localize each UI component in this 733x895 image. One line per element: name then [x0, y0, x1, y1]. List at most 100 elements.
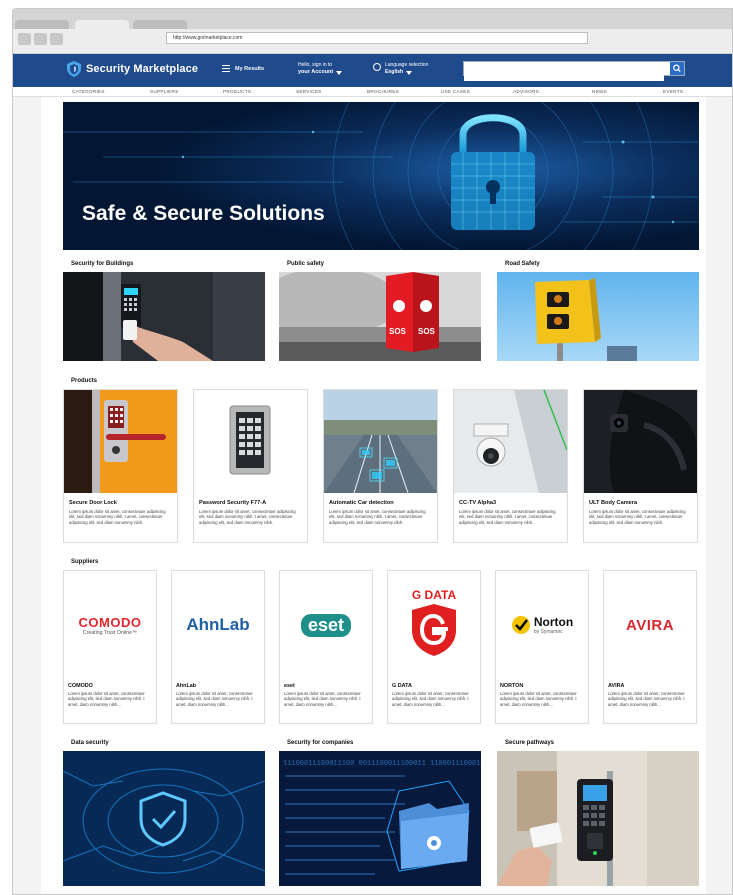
section-title-road-safety: Road Safety [505, 261, 540, 267]
browser-tab-active[interactable] [75, 20, 129, 29]
search-input[interactable] [464, 67, 664, 81]
hero-title: Safe & Secure Solutions [82, 202, 325, 225]
folder-binary-image: 11100011100011100 0011100011100011 11000… [279, 751, 481, 886]
section-title-data-security: Data security [71, 740, 109, 746]
product-image [324, 390, 437, 493]
card-secure-pathways[interactable] [497, 751, 699, 886]
supplier-name: AVIRA [608, 683, 625, 689]
door-lock-image [64, 390, 177, 493]
nav-suppliers[interactable]: SUPPLIERS [150, 89, 179, 94]
supplier-card[interactable]: COMODO Creating Trust Online™ COMODO Lor… [63, 570, 157, 724]
language-label: Language selection [385, 62, 429, 68]
card-road-safety[interactable] [497, 272, 699, 361]
reload-button[interactable] [50, 33, 63, 45]
top-navbar: Security Marketplace My Results Hello, s… [13, 54, 732, 87]
supplier-description: Lorem ipsum dolor sit amet, consectetuer… [68, 691, 145, 707]
supplier-logo: Norton by Symantec [496, 571, 588, 679]
body-camera-image [584, 390, 697, 493]
card-security-for-buildings[interactable] [63, 272, 265, 361]
supplier-card[interactable]: AhnLab AhnLab Lorem ipsum dolor sit amet… [171, 570, 265, 724]
my-results-button[interactable]: My Results [222, 65, 264, 72]
supplier-name: COMODO [68, 683, 93, 689]
nav-brochures[interactable]: BROCHURES [367, 89, 399, 94]
nav-events[interactable]: EVENTS [663, 89, 683, 94]
norton-check-icon [511, 616, 530, 634]
supplier-card[interactable]: eset eset Lorem ipsum dolor sit amet, co… [279, 570, 373, 724]
browser-toolbar: http://www.go/marketplace.com [13, 29, 732, 54]
product-name: ULT Body Camera [589, 500, 638, 506]
nav-products[interactable]: PRODUCTS [223, 89, 251, 94]
search-button[interactable] [670, 62, 684, 75]
norton-logo-sub: by Symantec [533, 629, 563, 635]
norton-logo-text: Norton [533, 615, 574, 629]
back-button[interactable] [18, 33, 31, 45]
supplier-description: Lorem ipsum dolor sit amet, consectetuer… [176, 691, 253, 707]
product-card[interactable]: CC-TV Alpha3 Lorem ipsum dolor sit amet,… [453, 389, 568, 543]
site-logo[interactable]: Security Marketplace [67, 61, 198, 77]
sos-text: SOS [418, 327, 436, 336]
forward-button[interactable] [34, 33, 47, 45]
nav-advisors[interactable]: ADVISORS [513, 89, 539, 94]
globe-icon [373, 63, 381, 71]
product-card[interactable]: ULT Body Camera Lorem ipsum dolor sit am… [583, 389, 698, 543]
supplier-name: eset [284, 683, 295, 689]
product-image [454, 390, 567, 493]
browser-tab[interactable] [15, 20, 69, 29]
product-card[interactable]: Automatic Car detection Lorem ipsum dolo… [323, 389, 438, 543]
car-detection-image [324, 390, 437, 493]
signin-line1: Hello, sign in to [298, 62, 333, 68]
search-icon [673, 64, 681, 73]
search-box [463, 61, 685, 81]
card-public-safety[interactable]: SOS SOS [279, 272, 481, 361]
nav-use-cases[interactable]: USE CASES [441, 89, 470, 94]
product-name: Password Security F77-A [199, 500, 267, 506]
product-description: Lorem ipsum dolor sit amet, consectetuer… [459, 509, 556, 525]
supplier-description: Lorem ipsum dolor sit amet, consectetuer… [392, 691, 469, 707]
tab-strip [13, 9, 732, 29]
gdata-logo-text: G DATA [411, 587, 457, 602]
browser-window: http://www.go/marketplace.com Security M… [12, 8, 733, 895]
section-title-buildings: Security for Buildings [71, 261, 134, 267]
section-title-secure-pathways: Secure pathways [505, 740, 555, 746]
supplier-logo: eset [280, 571, 372, 679]
product-description: Lorem ipsum dolor sit amet, consectetuer… [69, 509, 166, 525]
product-name: Secure Door Lock [69, 500, 117, 506]
nav-news[interactable]: NEWS [592, 89, 607, 94]
card-security-for-companies[interactable]: 11100011100011100 0011100011100011 11000… [279, 751, 481, 886]
supplier-description: Lorem ipsum dolor sit amet, consectetuer… [284, 691, 361, 707]
supplier-name: AhnLab [176, 683, 197, 689]
supplier-logo: COMODO Creating Trust Online™ [64, 571, 156, 679]
supplier-card[interactable]: G DATA G DATA Lorem ipsum dolor sit amet… [387, 570, 481, 724]
product-card[interactable]: Password Security F77-A Lorem ipsum dolo… [193, 389, 308, 543]
nav-categories[interactable]: CATEGORIES [72, 89, 105, 94]
cctv-image [454, 390, 567, 493]
main-content: Safe & Secure Solutions Security for Bui… [41, 97, 706, 894]
product-name: CC-TV Alpha3 [459, 500, 497, 506]
section-title-security-companies: Security for companies [287, 740, 354, 746]
hero-banner[interactable]: Safe & Secure Solutions [63, 102, 699, 250]
supplier-name: G DATA [392, 683, 412, 689]
supplier-card[interactable]: Norton by Symantec NORTON Lorem ipsum do… [495, 570, 589, 724]
nav-services[interactable]: SERVICES [296, 89, 322, 94]
product-description: Lorem ipsum dolor sit amet, consectetuer… [329, 509, 426, 525]
speed-camera-image [497, 272, 699, 361]
address-bar[interactable]: http://www.go/marketplace.com [166, 32, 588, 44]
site-name: Security Marketplace [86, 63, 199, 75]
product-card[interactable]: Secure Door Lock Lorem ipsum dolor sit a… [63, 389, 178, 543]
card-data-security[interactable] [63, 751, 265, 886]
sos-text: SOS [389, 327, 407, 336]
language-value: English [385, 69, 404, 75]
supplier-description: Lorem ipsum dolor sit amet, consectetuer… [500, 691, 577, 707]
supplier-name: NORTON [500, 683, 524, 689]
web-page: Security Marketplace My Results Hello, s… [13, 54, 732, 894]
supplier-card[interactable]: AVIRA AVIRA Lorem ipsum dolor sit amet, … [603, 570, 697, 724]
chevron-down-icon [336, 70, 343, 75]
ahnlab-logo-text: AhnLab [186, 615, 250, 634]
browser-tab[interactable] [133, 20, 187, 29]
supplier-logo: G DATA [388, 571, 480, 679]
account-signin[interactable]: Hello, sign in to your Account [298, 62, 343, 76]
language-selector[interactable]: Language selection English [373, 62, 428, 76]
section-title-public-safety: Public safety [287, 261, 325, 267]
shield-logo-icon [67, 61, 81, 77]
menu-icon [222, 65, 230, 72]
